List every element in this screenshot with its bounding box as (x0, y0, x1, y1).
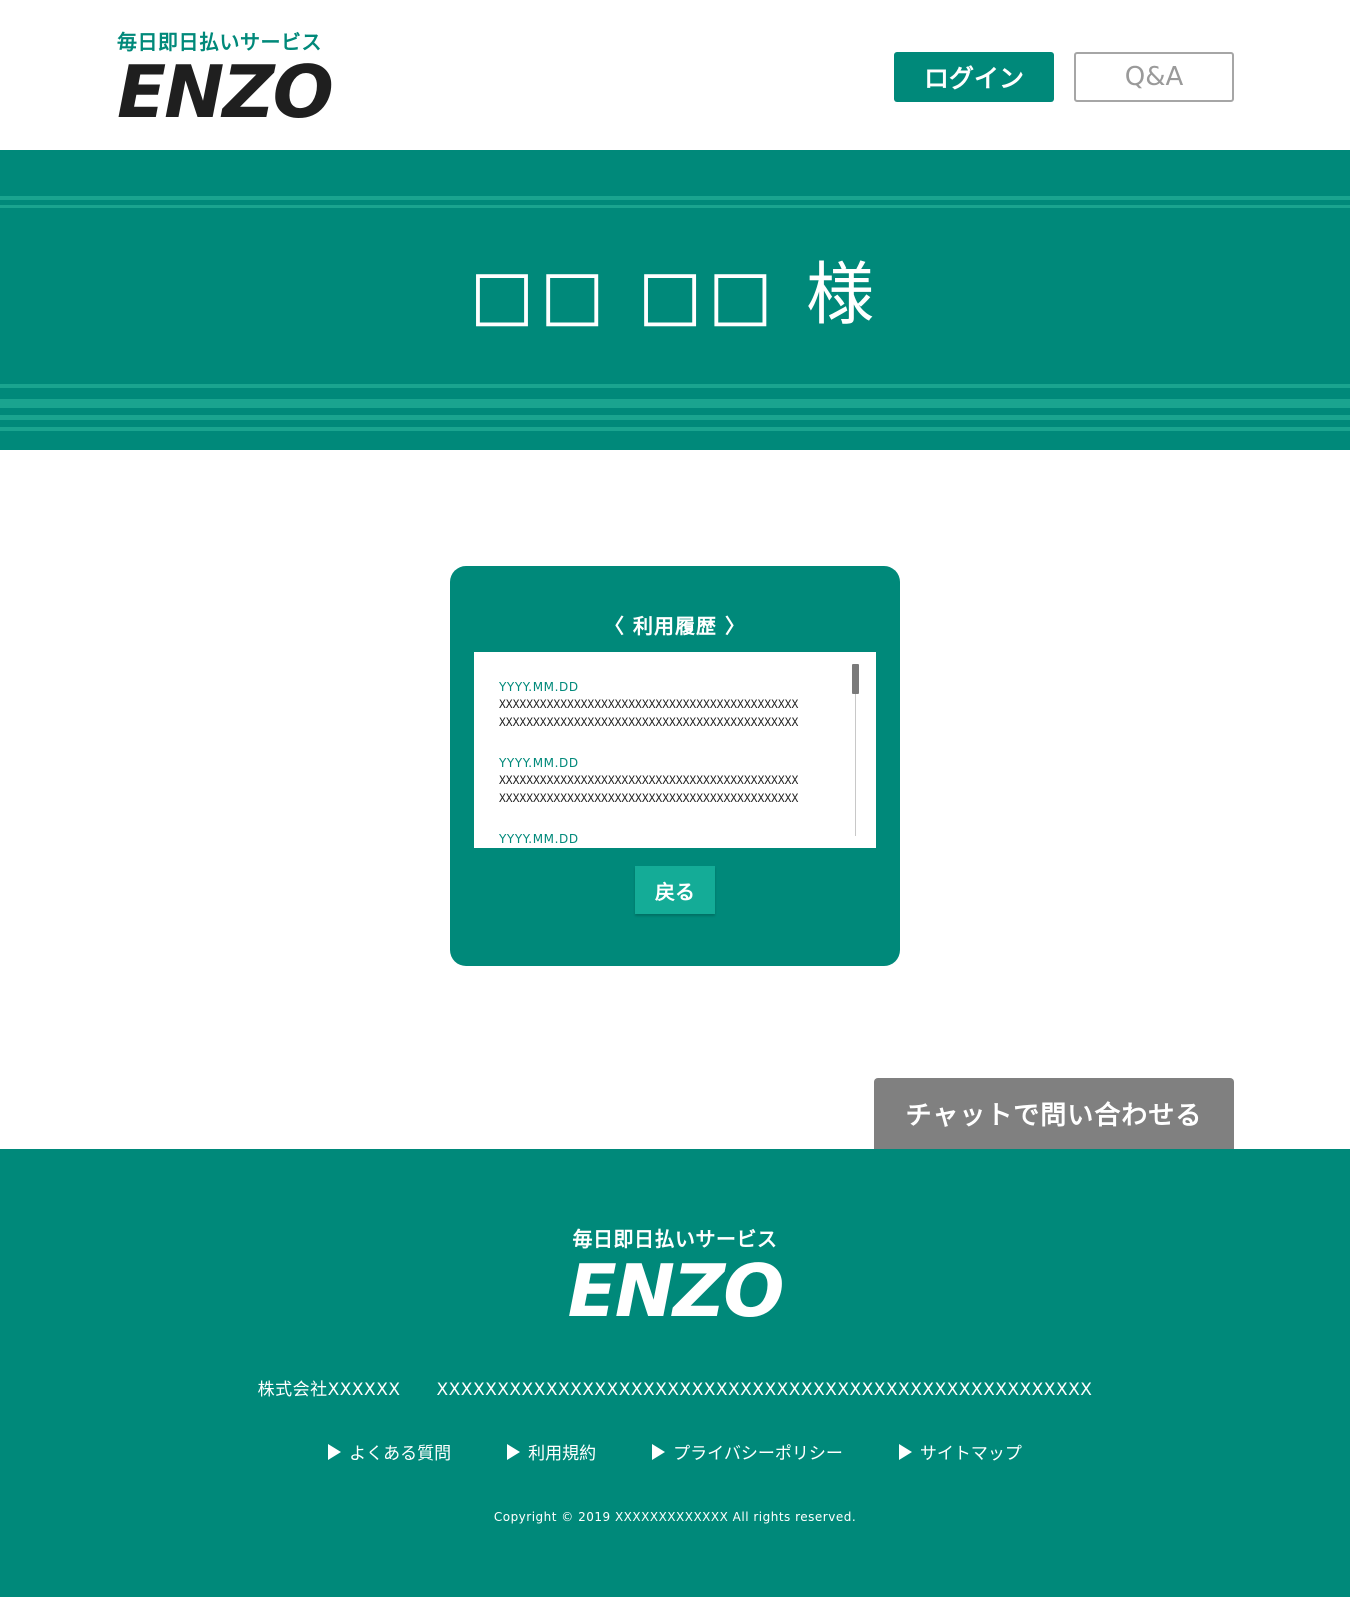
history-item: YYYY.MM.DD (499, 830, 839, 848)
history-text: XXXXXXXXXXXXXXXXXXXXXXXXXXXXXXXXXXXXXXXX… (499, 698, 799, 711)
hero-stripe (0, 205, 1350, 208)
qa-button[interactable]: Q&A (1074, 52, 1234, 102)
footer-logo-brand: ENZO (567, 1249, 785, 1333)
hero-stripe (0, 399, 1350, 408)
chat-inquiry-button[interactable]: チャットで問い合わせる (874, 1078, 1234, 1149)
company-name: 株式会社XXXXXX (257, 1380, 401, 1400)
usage-history-card: 〈 利用履歴 〉 YYYY.MM.DD XXXXXXXXXXXXXXXXXXXX… (450, 566, 900, 966)
hero-stripe (0, 427, 1350, 431)
history-date: YYYY.MM.DD (499, 680, 579, 694)
footer-link-label: よくある質問 (349, 1444, 452, 1464)
triangle-right-icon (652, 1443, 666, 1460)
history-date: YYYY.MM.DD (499, 832, 579, 846)
copyright: Copyright © 2019 XXXXXXXXXXXXX All right… (493, 1510, 857, 1524)
login-button[interactable]: ログイン (894, 52, 1054, 102)
company-info: 株式会社XXXXXX XXXXXXXXXXXXXXXXXXXXXXXXXXXXXX… (0, 1375, 1350, 1400)
hero-stripe (0, 196, 1350, 200)
footer-logo[interactable]: 毎日即日払いサービス ENZO (0, 1223, 1350, 1333)
back-button[interactable]: 戻る (635, 866, 715, 914)
history-item: YYYY.MM.DD XXXXXXXXXXXXXXXXXXXXXXXXXXXXX… (499, 678, 839, 732)
history-date: YYYY.MM.DD (499, 756, 579, 770)
triangle-right-icon (507, 1443, 521, 1460)
history-text: XXXXXXXXXXXXXXXXXXXXXXXXXXXXXXXXXXXXXXXX… (499, 774, 799, 787)
card-title: 〈 利用履歴 〉 (604, 614, 746, 638)
site-footer: 毎日即日払いサービス ENZO 株式会社XXXXXX XXXXXXXXXXXXXX… (0, 1149, 1350, 1597)
company-address: XXXXXXXXXXXXXXXXXXXXXXXXXXXXXXXXXXXXXXXX… (436, 1380, 1093, 1400)
footer-link-sitemap[interactable]: サイトマップ (898, 1439, 1022, 1464)
footer-links: よくある質問 利用規約 プライバシーポリシー サイトマップ (0, 1439, 1350, 1464)
triangle-right-icon (328, 1443, 342, 1460)
footer-logo-tagline: 毎日即日払いサービス (572, 1227, 778, 1251)
footer-link-terms[interactable]: 利用規約 (507, 1439, 596, 1464)
site-logo[interactable]: 毎日即日払いサービス ENZO (117, 26, 334, 134)
user-name-title: □□ □□ 様 (469, 256, 881, 335)
footer-link-label: 利用規約 (528, 1444, 597, 1464)
scrollbar-thumb[interactable] (852, 664, 859, 694)
logo-brand: ENZO (117, 50, 334, 134)
history-text: XXXXXXXXXXXXXXXXXXXXXXXXXXXXXXXXXXXXXXXX… (499, 716, 799, 729)
hero-banner: □□ □□ 様 (0, 150, 1350, 450)
history-item: YYYY.MM.DD XXXXXXXXXXXXXXXXXXXXXXXXXXXXX… (499, 754, 839, 808)
site-header: 毎日即日払いサービス ENZO ログイン Q&A (0, 0, 1350, 150)
hero-stripe (0, 384, 1350, 388)
triangle-right-icon (898, 1443, 912, 1460)
hero-stripe (0, 415, 1350, 420)
footer-link-label: プライバシーポリシー (673, 1444, 843, 1464)
footer-link-faq[interactable]: よくある質問 (328, 1439, 451, 1464)
history-list-box[interactable]: YYYY.MM.DD XXXXXXXXXXXXXXXXXXXXXXXXXXXXX… (474, 652, 876, 848)
history-list: YYYY.MM.DD XXXXXXXXXXXXXXXXXXXXXXXXXXXXX… (499, 678, 839, 848)
history-text: XXXXXXXXXXXXXXXXXXXXXXXXXXXXXXXXXXXXXXXX… (499, 792, 799, 805)
footer-link-privacy[interactable]: プライバシーポリシー (652, 1439, 843, 1464)
footer-link-label: サイトマップ (919, 1444, 1022, 1464)
